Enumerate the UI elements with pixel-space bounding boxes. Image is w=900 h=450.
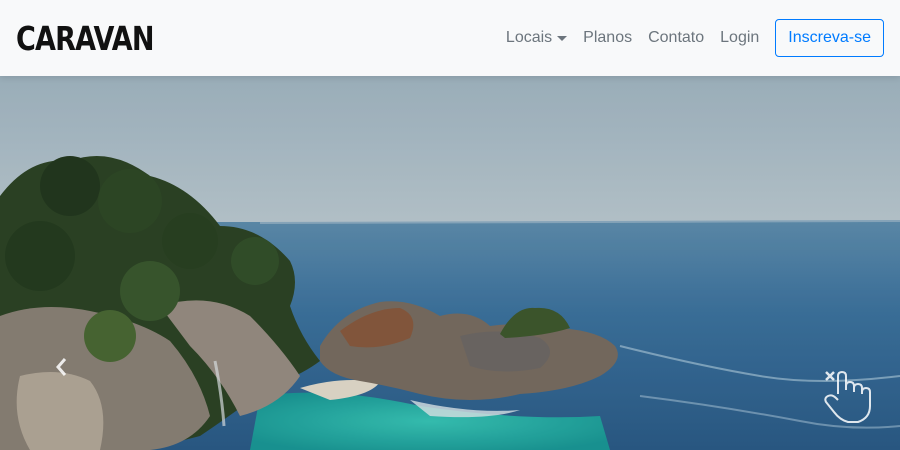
nav-locais-label: Locais <box>505 29 553 46</box>
caret-down-icon <box>557 35 568 41</box>
chevron-left-icon <box>56 358 67 376</box>
brand-logo[interactable]: CARAVAN <box>16 19 155 58</box>
swipe-hand-icon <box>818 366 878 426</box>
navbar: CARAVAN Locais Planos Contato Login Insc… <box>0 0 900 76</box>
nav-contato[interactable]: Contato <box>648 29 704 47</box>
nav-planos[interactable]: Planos <box>583 29 632 47</box>
hero-image <box>0 76 900 450</box>
nav-login[interactable]: Login <box>720 29 759 47</box>
nav-menu: Locais Planos Contato Login Inscreva-se <box>490 0 884 76</box>
nav-locais-dropdown[interactable]: Locais <box>505 29 568 47</box>
hero-carousel <box>0 76 900 450</box>
carousel-prev-button[interactable] <box>54 356 84 396</box>
signup-button[interactable]: Inscreva-se <box>775 19 884 57</box>
